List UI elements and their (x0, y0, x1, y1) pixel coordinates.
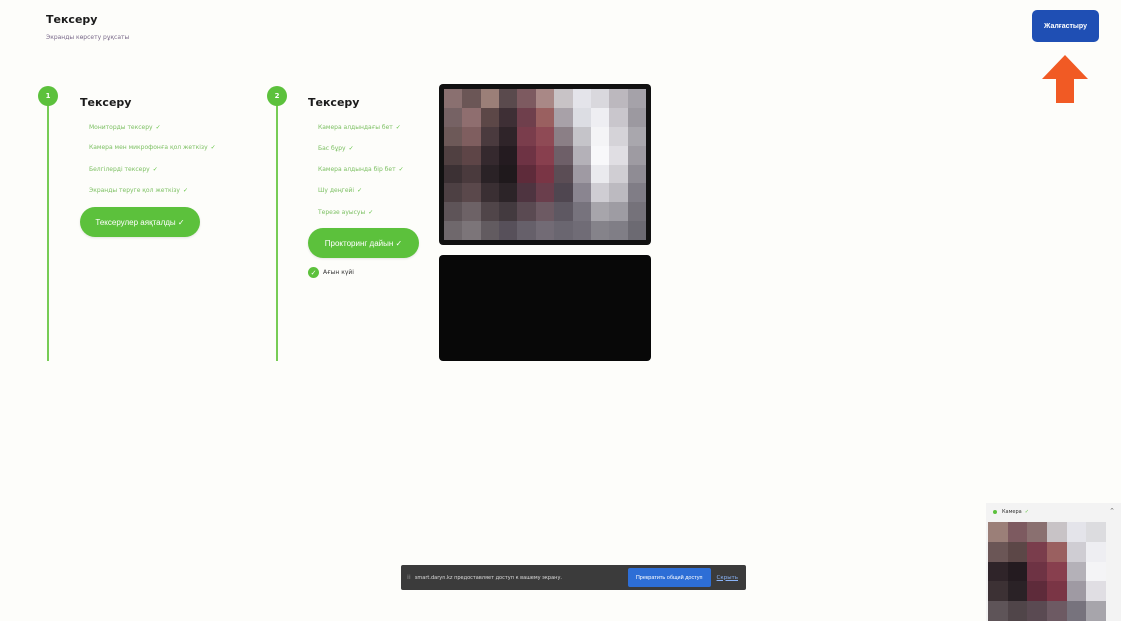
step-2-item: Шу деңгейі ✓ (318, 187, 363, 194)
check-icon: ✓ (368, 209, 374, 216)
stream-status: ✓ Ағын күйі (308, 267, 354, 278)
check-icon: ✓ (308, 267, 319, 278)
step-2-item: Терезе ауысуы ✓ (318, 209, 374, 216)
check-icon: ✓ (348, 145, 354, 152)
screen-share-bar: ⁞⁞ smart.daryn.kz предоставляет доступ к… (401, 565, 746, 590)
continue-button[interactable]: Жалғастыру (1032, 10, 1099, 42)
step-1-badge: 1 (38, 86, 58, 106)
screen-preview (439, 255, 651, 361)
check-icon: ✓ (357, 187, 363, 194)
proctoring-ready-button[interactable]: Прокторинг дайын ✓ (308, 228, 419, 258)
step-2-title: Тексеру (308, 96, 360, 109)
hide-link[interactable]: Скрыть (717, 575, 738, 581)
step-1-item: Камера мен микрофонға қол жеткізу ✓ (89, 144, 216, 151)
check-icon: ✓ (210, 144, 216, 151)
stop-sharing-button[interactable]: Прекратить общий доступ (627, 568, 711, 587)
camera-preview (439, 84, 651, 245)
check-icon: ✓ (395, 124, 401, 131)
status-dot-icon (993, 510, 997, 514)
checks-complete-button[interactable]: Тексерулер аяқталды ✓ (80, 207, 200, 237)
check-icon: ✓ (152, 166, 158, 173)
step-1-item: Мониторды тексеру ✓ (89, 124, 161, 131)
step-1-item: Экранды теруге қол жеткізу ✓ (89, 187, 189, 194)
step-1-item: Белгілерді тексеру ✓ (89, 166, 158, 173)
camera-widget-label: Камера (1002, 509, 1022, 515)
step-2-item: Бас бұру ✓ (318, 145, 354, 152)
step-1-title: Тексеру (80, 96, 132, 109)
page-title: Тексеру (46, 13, 98, 26)
page-subtitle: Экранды көрсету рұқсаты (46, 34, 130, 41)
camera-widget-feed (988, 522, 1106, 621)
chevron-up-icon[interactable]: ⌃ (1109, 507, 1115, 515)
drag-handle-icon[interactable]: ⁞⁞ (407, 574, 411, 581)
check-icon: ✓ (1024, 509, 1029, 515)
check-icon: ✓ (155, 124, 161, 131)
arrow-up-icon (1042, 55, 1088, 103)
check-icon: ✓ (398, 166, 404, 173)
stream-status-label: Ағын күйі (323, 269, 354, 276)
share-message: smart.daryn.kz предоставляет доступ к ва… (414, 574, 562, 581)
step-2-item: Камера алдындағы бет ✓ (318, 124, 401, 131)
step-2-item: Камера алдында бір бет ✓ (318, 166, 404, 173)
check-icon: ✓ (182, 187, 189, 194)
step-2-badge: 2 (267, 86, 287, 106)
camera-widget: Камера ✓ ⌃ (986, 503, 1121, 621)
step-1-line (47, 96, 49, 361)
step-2-line (276, 96, 278, 361)
